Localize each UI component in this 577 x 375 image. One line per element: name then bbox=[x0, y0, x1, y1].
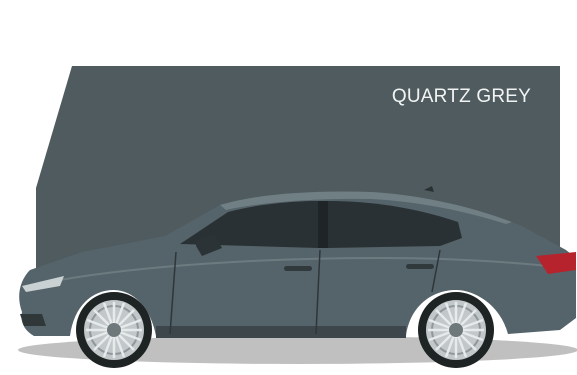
car-door-handle-front bbox=[284, 266, 312, 271]
color-swatch-panel bbox=[0, 0, 577, 370]
car-front-bumper bbox=[20, 314, 46, 326]
color-name-label: QUARTZ GREY bbox=[391, 86, 531, 107]
car-door-handle-rear bbox=[406, 264, 434, 269]
car-sill bbox=[156, 326, 406, 338]
front-wheel bbox=[76, 292, 152, 368]
rear-wheel bbox=[418, 292, 494, 368]
car-b-pillar bbox=[318, 201, 328, 248]
